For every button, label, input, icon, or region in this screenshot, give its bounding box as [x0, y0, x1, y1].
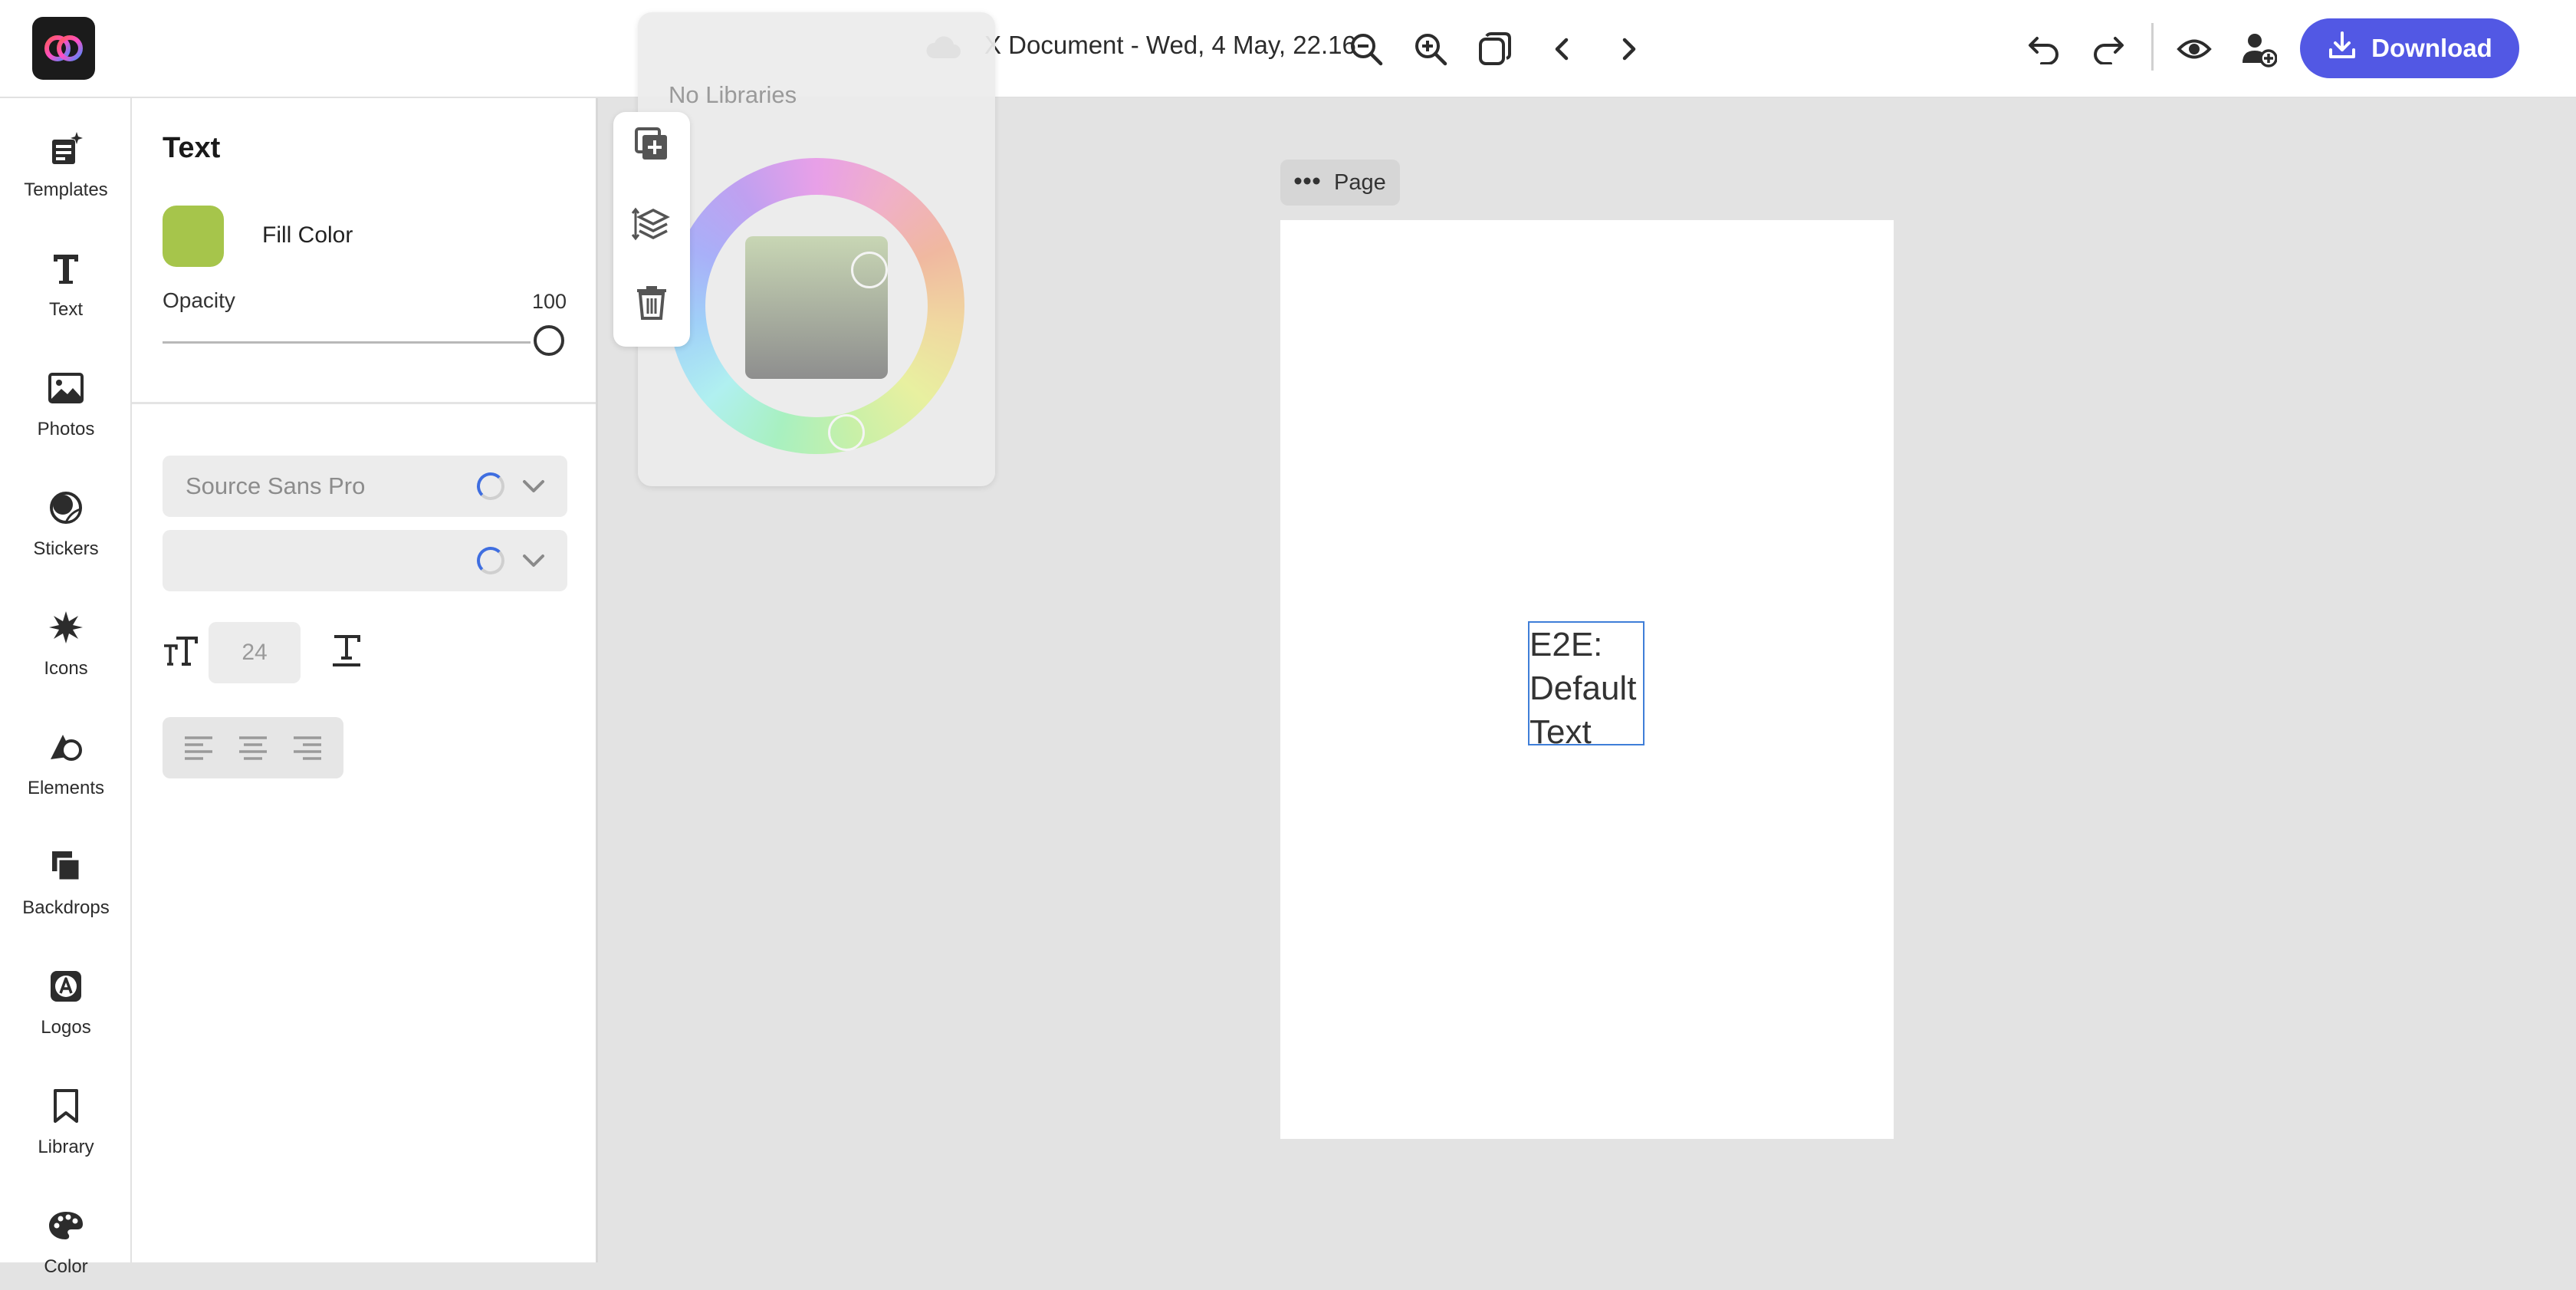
hue-handle[interactable]	[828, 414, 865, 451]
page-options-chip[interactable]: Page	[1280, 160, 1400, 206]
fill-color-swatch[interactable]	[163, 206, 224, 267]
elements-icon	[44, 726, 87, 768]
chevron-right-icon[interactable]	[1607, 28, 1650, 71]
arrange-layers-icon[interactable]	[630, 202, 673, 245]
sidebar-item-label: Icons	[44, 658, 88, 679]
trash-icon[interactable]	[630, 281, 673, 324]
logos-icon	[44, 965, 87, 1008]
sidebar-item-label: Elements	[27, 778, 105, 798]
sidebar-item-color[interactable]: Color	[0, 1183, 132, 1290]
redo-icon[interactable]	[2087, 28, 2130, 71]
chevron-down-icon	[520, 547, 547, 578]
align-right-icon[interactable]	[288, 728, 327, 768]
sidebar-item-label: Library	[38, 1137, 94, 1157]
opacity-slider-thumb[interactable]	[534, 325, 564, 356]
opacity-slider-track[interactable]	[163, 341, 531, 344]
download-button[interactable]: Download	[2300, 18, 2519, 78]
sidebar-item-label: Photos	[37, 419, 95, 439]
stickers-icon	[44, 486, 87, 529]
sidebar-item-label: Stickers	[33, 538, 99, 559]
zoom-out-icon[interactable]	[1345, 28, 1388, 71]
text-icon	[44, 247, 87, 290]
floating-toolbar	[613, 112, 690, 347]
download-label: Download	[2371, 34, 2492, 62]
sidebar-item-backdrops[interactable]: Backdrops	[0, 824, 132, 931]
zoom-in-icon[interactable]	[1409, 28, 1452, 71]
toolbar-separator	[2151, 23, 2154, 71]
selected-text-box[interactable]: E2E: Default Text	[1528, 621, 1644, 751]
sidebar-item-label: Text	[48, 299, 83, 320]
sidebar-item-icons[interactable]: Icons	[0, 584, 132, 692]
panel-title: Text	[163, 132, 221, 164]
page-label: Page	[1334, 169, 1386, 195]
document-title[interactable]: X Document - Wed, 4 May, 22.16	[984, 31, 1356, 60]
font-family-dropdown[interactable]: Source Sans Pro	[163, 456, 567, 517]
share-icon[interactable]	[2237, 28, 2280, 71]
templates-icon	[44, 127, 87, 170]
font-style-dropdown[interactable]	[163, 530, 567, 591]
left-rail: Templates Text Photos Stickers Icons Ele…	[0, 98, 132, 1277]
align-center-icon[interactable]	[233, 728, 273, 768]
color-picker-popover: No Libraries	[638, 12, 995, 486]
align-left-icon[interactable]	[179, 728, 219, 768]
opacity-label: Opacity	[163, 288, 235, 312]
sidebar-item-elements[interactable]: Elements	[0, 704, 132, 811]
font-size-icon	[163, 633, 199, 671]
panel-divider	[132, 402, 596, 404]
preview-icon[interactable]	[2173, 28, 2216, 71]
opacity-value: 100	[532, 290, 567, 313]
sidebar-item-text[interactable]: Text	[0, 225, 132, 333]
photos-icon	[44, 367, 87, 410]
more-options-icon	[1294, 176, 1320, 189]
no-libraries-text: No Libraries	[669, 81, 797, 108]
sidebar-item-logos[interactable]: Logos	[0, 943, 132, 1051]
underline-icon[interactable]	[330, 632, 363, 673]
chevron-left-icon[interactable]	[1541, 28, 1584, 71]
chevron-down-icon	[520, 472, 547, 504]
backdrops-icon	[44, 845, 87, 888]
library-icon	[44, 1084, 87, 1127]
sidebar-item-library[interactable]: Library	[0, 1063, 132, 1170]
top-bar: X Document - Wed, 4 May, 22.16 Download	[0, 0, 2576, 98]
sidebar-item-photos[interactable]: Photos	[0, 345, 132, 452]
font-family-value: Source Sans Pro	[186, 472, 366, 499]
sidebar-item-stickers[interactable]: Stickers	[0, 465, 132, 572]
duplicate-icon[interactable]	[630, 123, 673, 166]
app-logo[interactable]	[32, 17, 95, 80]
loading-spinner-icon	[477, 472, 504, 500]
font-size-input[interactable]: 24	[209, 622, 301, 683]
sidebar-item-templates[interactable]: Templates	[0, 106, 132, 213]
icons-icon	[44, 606, 87, 649]
sidebar-item-label: Templates	[24, 179, 108, 200]
loading-spinner-icon	[477, 547, 504, 574]
text-properties-panel: Text Fill Color Opacity 100 Source Sans …	[132, 98, 598, 1262]
sidebar-item-label: Color	[44, 1256, 88, 1277]
undo-icon[interactable]	[2022, 28, 2065, 71]
text-align-group	[163, 717, 343, 778]
pages-icon[interactable]	[1474, 28, 1516, 71]
saturation-handle[interactable]	[851, 252, 888, 288]
fill-color-label: Fill Color	[262, 222, 353, 248]
download-icon	[2327, 30, 2358, 67]
sidebar-item-label: Backdrops	[22, 897, 110, 918]
palette-icon	[44, 1204, 87, 1247]
sidebar-item-label: Logos	[41, 1017, 91, 1038]
